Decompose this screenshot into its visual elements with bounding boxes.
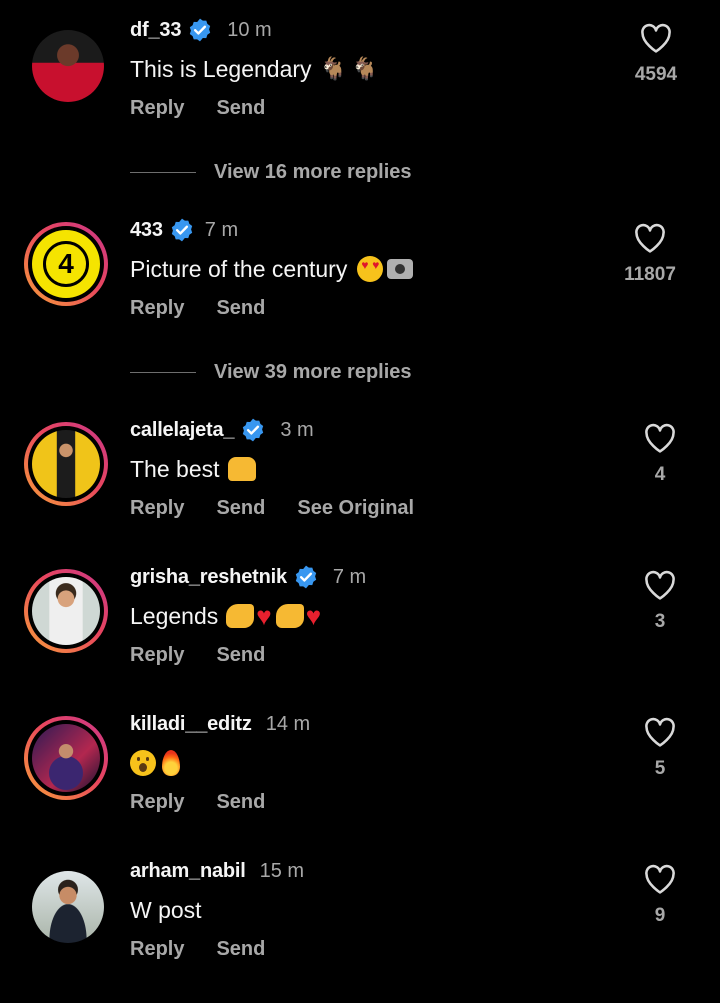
username[interactable]: arham_nabil bbox=[130, 860, 246, 883]
username[interactable]: grisha_reshetnik bbox=[130, 566, 287, 589]
view-more-replies-button[interactable]: View 16 more replies bbox=[130, 158, 412, 186]
like-control: 4 bbox=[620, 422, 700, 486]
comment-text: Picture of the century bbox=[130, 255, 348, 282]
comment-time: 7 m bbox=[332, 565, 367, 588]
username[interactable]: 433 bbox=[130, 219, 163, 242]
like-control: 5 bbox=[620, 716, 700, 780]
send-button[interactable]: Send bbox=[216, 644, 265, 667]
camera-flash-emoji-icon bbox=[387, 259, 414, 279]
433-logo: 4 bbox=[43, 241, 89, 287]
like-count: 4594 bbox=[634, 64, 678, 85]
verified-badge-icon bbox=[171, 218, 192, 242]
divider-line bbox=[130, 371, 196, 373]
muscle-emoji-icon bbox=[226, 604, 255, 628]
avatar[interactable]: 4 bbox=[24, 222, 108, 306]
verified-badge-icon bbox=[190, 18, 211, 42]
surprised-face-emoji-icon bbox=[130, 750, 156, 776]
like-count: 4 bbox=[654, 464, 666, 485]
see-original-button[interactable]: See Original bbox=[297, 497, 414, 520]
like-count: 5 bbox=[654, 758, 666, 779]
view-more-replies-label: View 39 more replies bbox=[214, 360, 412, 383]
like-control: 9 bbox=[620, 863, 700, 927]
comment-time: 15 m bbox=[259, 859, 305, 882]
reply-button[interactable]: Reply bbox=[130, 938, 184, 961]
comment-text: Legends bbox=[130, 602, 219, 629]
comment-time: 10 m bbox=[227, 18, 272, 41]
reply-button[interactable]: Reply bbox=[130, 97, 184, 120]
comment-time: 14 m bbox=[265, 712, 311, 735]
like-control: 11807 bbox=[610, 222, 690, 286]
view-more-replies-label: View 16 more replies bbox=[214, 160, 412, 183]
comment-text: The best bbox=[130, 455, 220, 482]
username[interactable]: callelajeta_ bbox=[130, 419, 235, 442]
heart-icon[interactable] bbox=[643, 716, 677, 748]
like-count: 9 bbox=[654, 905, 666, 926]
heart-icon[interactable] bbox=[643, 422, 677, 454]
username[interactable]: killadi__editz bbox=[130, 713, 252, 736]
send-button[interactable]: Send bbox=[216, 938, 265, 961]
heart-icon[interactable] bbox=[643, 863, 677, 895]
comment-time: 7 m bbox=[204, 218, 239, 241]
send-button[interactable]: Send bbox=[216, 497, 265, 520]
muscle-emoji-icon bbox=[275, 604, 304, 628]
fire-emoji-icon bbox=[162, 750, 180, 776]
avatar[interactable] bbox=[32, 30, 104, 102]
like-control: 3 bbox=[620, 569, 700, 633]
send-button[interactable]: Send bbox=[216, 297, 265, 320]
comment-text-row: Legends ♥ ♥ bbox=[130, 600, 321, 632]
comment-time: 3 m bbox=[280, 418, 314, 441]
goat-emoji-icon: 🐐 bbox=[350, 56, 379, 82]
verified-badge-icon bbox=[295, 565, 317, 589]
heart-eyes-emoji-icon bbox=[357, 256, 384, 282]
avatar[interactable] bbox=[24, 569, 108, 653]
goat-emoji-icon: 🐐 bbox=[319, 56, 347, 82]
comment-text-row: W post bbox=[130, 894, 202, 926]
like-count: 11807 bbox=[624, 264, 676, 285]
avatar[interactable] bbox=[32, 871, 104, 943]
comment-text-row: The best bbox=[130, 453, 256, 485]
reply-button[interactable]: Reply bbox=[130, 644, 184, 667]
like-count: 3 bbox=[654, 611, 666, 632]
reply-button[interactable]: Reply bbox=[130, 791, 184, 814]
red-heart-emoji-icon: ♥ bbox=[256, 600, 272, 631]
verified-badge-icon bbox=[243, 418, 264, 442]
like-control: 4594 bbox=[616, 22, 696, 86]
raised-hands-emoji-icon bbox=[227, 457, 256, 481]
send-button[interactable]: Send bbox=[216, 97, 265, 120]
comment-text-row: This is Legendary 🐐 🐐 bbox=[130, 53, 378, 85]
send-button[interactable]: Send bbox=[216, 791, 265, 814]
comments-feed: df_33 10 m This is Legendary 🐐 🐐 Reply S… bbox=[0, 0, 720, 1003]
heart-icon[interactable] bbox=[643, 569, 677, 601]
username[interactable]: df_33 bbox=[130, 19, 181, 42]
divider-line bbox=[130, 171, 196, 173]
comment-text-row: Picture of the century bbox=[130, 253, 414, 285]
heart-icon[interactable] bbox=[639, 22, 673, 54]
comment-text-row bbox=[130, 747, 180, 779]
heart-icon[interactable] bbox=[633, 222, 667, 254]
reply-button[interactable]: Reply bbox=[130, 297, 184, 320]
red-heart-emoji-icon: ♥ bbox=[305, 600, 322, 631]
reply-button[interactable]: Reply bbox=[130, 497, 184, 520]
view-more-replies-button[interactable]: View 39 more replies bbox=[130, 358, 412, 386]
comment-text: W post bbox=[130, 896, 202, 923]
avatar[interactable] bbox=[24, 422, 108, 506]
avatar[interactable] bbox=[24, 716, 108, 800]
comment-text: This is Legendary bbox=[130, 55, 312, 82]
